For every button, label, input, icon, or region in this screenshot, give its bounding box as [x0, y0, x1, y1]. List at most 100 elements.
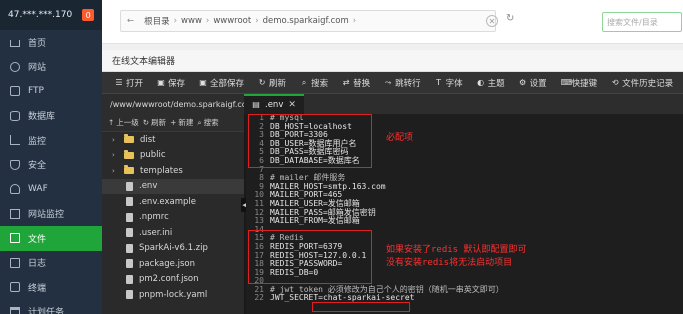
breadcrumb-item[interactable]: demo.sparkaigf.com [263, 16, 349, 26]
tree-item[interactable]: SparkAi-v6.1.zip [102, 241, 244, 257]
tree-item[interactable]: › public [102, 148, 244, 164]
toolbar-button[interactable]: ⌨ 快捷键 [554, 72, 605, 94]
tree-item[interactable]: › dist [102, 132, 244, 148]
tree-item-label: SparkAi-v6.1.zip [139, 243, 208, 254]
sidebar-item-label: 日志 [28, 259, 47, 270]
tree-item-label: pm2.conf.json [139, 274, 199, 285]
tree-item-label: dist [140, 134, 156, 145]
font-icon: T [436, 77, 442, 87]
expand-arrow-icon[interactable]: › [112, 167, 118, 175]
redis-annotation-line: 如果安装了redis 默认即配置即可 [386, 245, 527, 255]
breadcrumb-separator-icon: › [352, 16, 357, 26]
sidebar-item[interactable]: 首页 [0, 30, 102, 55]
tab-label: .env [265, 100, 284, 110]
tree-item[interactable]: › templates [102, 163, 244, 179]
sidebar-item[interactable]: 计划任务 [0, 300, 102, 314]
expand-arrow-icon[interactable]: › [112, 151, 118, 159]
sidebar-item[interactable]: 终端 [0, 275, 102, 300]
line-number: 8 [259, 173, 264, 183]
sidebar-item[interactable]: 网站监控 [0, 202, 102, 227]
goto-line-icon: ⤳ [384, 77, 392, 87]
toolbar-button[interactable]: ☰ 打开 [108, 72, 150, 94]
clear-path-icon[interactable]: ✕ [486, 15, 498, 27]
sidebar-item[interactable]: WAF [0, 177, 102, 202]
toolbar-button[interactable]: ⌕ 搜索 [293, 72, 335, 94]
toolbar-button-label: 保存 [168, 78, 186, 89]
tree-item[interactable]: pm2.conf.json [102, 272, 244, 288]
waf-icon [10, 184, 20, 195]
sidebar-item-label: 安全 [28, 161, 47, 172]
toolbar-button[interactable]: T 字体 [428, 72, 470, 94]
tree-item-label: pnpm-lock.yaml [139, 289, 208, 300]
tree-item[interactable]: .npmrc [102, 210, 244, 226]
server-ip: 47.***.***.170 [8, 10, 73, 20]
folder-icon [124, 149, 134, 159]
tree-new-button[interactable]: + 新建 [170, 117, 193, 128]
sidebar: 47.***.***.170 0 首页网站 FTP 数据库监控安全 WAF 网站监控 文件… [0, 0, 102, 314]
line-text: MAILER_FROM=发信邮箱 [270, 216, 360, 226]
toolbar-button[interactable]: ▣ 全部保存 [192, 72, 251, 94]
back-arrow-icon[interactable]: ← [127, 16, 134, 26]
expand-arrow-icon[interactable]: › [112, 136, 118, 144]
tree-item-label: .env.example [139, 196, 196, 207]
file-icon [126, 212, 133, 222]
file-icon [126, 290, 133, 300]
log-icon [10, 257, 20, 268]
tree-item[interactable]: .user.ini [102, 225, 244, 241]
breadcrumb-item[interactable]: wwwroot [213, 16, 251, 26]
tree-item[interactable]: package.json [102, 256, 244, 272]
redis-annotation-line: 没有安装redis将无法启动项目 [386, 258, 513, 268]
sidebar-item[interactable]: 网站 [0, 55, 102, 80]
tab-close-icon[interactable]: ✕ [288, 100, 296, 110]
line-number: 22 [254, 293, 264, 303]
file-icon [126, 274, 133, 284]
breadcrumb-item[interactable]: www [181, 16, 202, 26]
toolbar-button[interactable]: ⇄ 替换 [335, 72, 377, 94]
tree-tool-label: 上一级 [116, 118, 139, 127]
sidebar-item[interactable]: FTP [0, 79, 102, 104]
sidebar-item-label: 数据库 [28, 112, 56, 123]
chart-icon [10, 208, 20, 219]
toolbar-button[interactable]: ⤳ 跳转行 [377, 72, 428, 94]
file-search-input[interactable]: 搜索文件/目录 [602, 12, 682, 32]
editor-current-path: /www/wwwroot/demo.sparkaigf.com [110, 99, 244, 109]
shield-icon [10, 159, 20, 170]
tree-item[interactable]: pnpm-lock.yaml [102, 287, 244, 303]
toolbar-button[interactable]: ◐ 主题 [470, 72, 512, 94]
toolbar-button-label: 快捷键 [571, 78, 598, 89]
toolbar-button[interactable]: ⟲ 文件历史记录 [604, 72, 680, 94]
sidebar-item[interactable]: 监控 [0, 128, 102, 153]
notification-badge[interactable]: 0 [82, 9, 95, 21]
file-tree: › dist › public › templates .env .env.example .n… [102, 132, 244, 314]
toolbar-button-label: 刷新 [269, 78, 287, 89]
tree-item-label: package.json [139, 258, 195, 269]
code-editor[interactable]: 1 # mysql 2 DB_HOST=localhost 3 DB_PORT=3306 4… [246, 114, 683, 314]
sidebar-item[interactable]: 文件 [0, 226, 102, 251]
monitor-icon [10, 135, 20, 146]
sidebar-item[interactable]: 日志 [0, 251, 102, 276]
ftp-icon [10, 86, 20, 97]
tree-search-button[interactable]: ⌕ 搜索 [197, 117, 218, 128]
search-icon: ⌕ [301, 77, 307, 87]
toolbar-button[interactable]: ⚙ 设置 [512, 72, 554, 94]
save-icon: ▣ [157, 77, 165, 87]
tree-up-button[interactable]: ↑ 上一级 [108, 117, 139, 128]
tree-refresh-button[interactable]: ↻ 刷新 [143, 117, 166, 128]
toolbar-button[interactable]: ↻ 刷新 [251, 72, 293, 94]
breadcrumb-item[interactable]: 根目录 [144, 15, 170, 27]
tree-item[interactable]: .env [102, 178, 244, 194]
tab-env[interactable]: ▤ .env ✕ [244, 94, 304, 114]
toolbar-button-label: 设置 [529, 78, 547, 89]
toolbar-button[interactable]: ▣ 保存 [150, 72, 192, 94]
tree-item[interactable]: .env.example [102, 194, 244, 210]
plus-icon: + [170, 118, 177, 127]
sidebar-item[interactable]: 安全 [0, 153, 102, 178]
sidebar-item[interactable]: 数据库 [0, 104, 102, 129]
editor-toolbar: ☰ 打开 ▣ 保存 ▣ 全部保存 ↻ 刷新 ⌕ 搜索 ⇄ 替换 ⤳ 跳转行 T 字体 ◐ 主题 ⚙ 设置 ⌨ 快捷键 ⟲ 文件… [102, 72, 683, 94]
tree-tool-label: 搜索 [203, 118, 219, 127]
sidebar-item-label: 网站 [28, 63, 47, 74]
folder-icon [10, 233, 20, 244]
sidebar-item-label: 首页 [28, 38, 47, 49]
path-breadcrumb[interactable]: ← 根目录 › www › wwwroot › demo.sparkaigf.c… [120, 10, 496, 32]
refresh-path-icon[interactable]: ↻ [506, 13, 514, 24]
